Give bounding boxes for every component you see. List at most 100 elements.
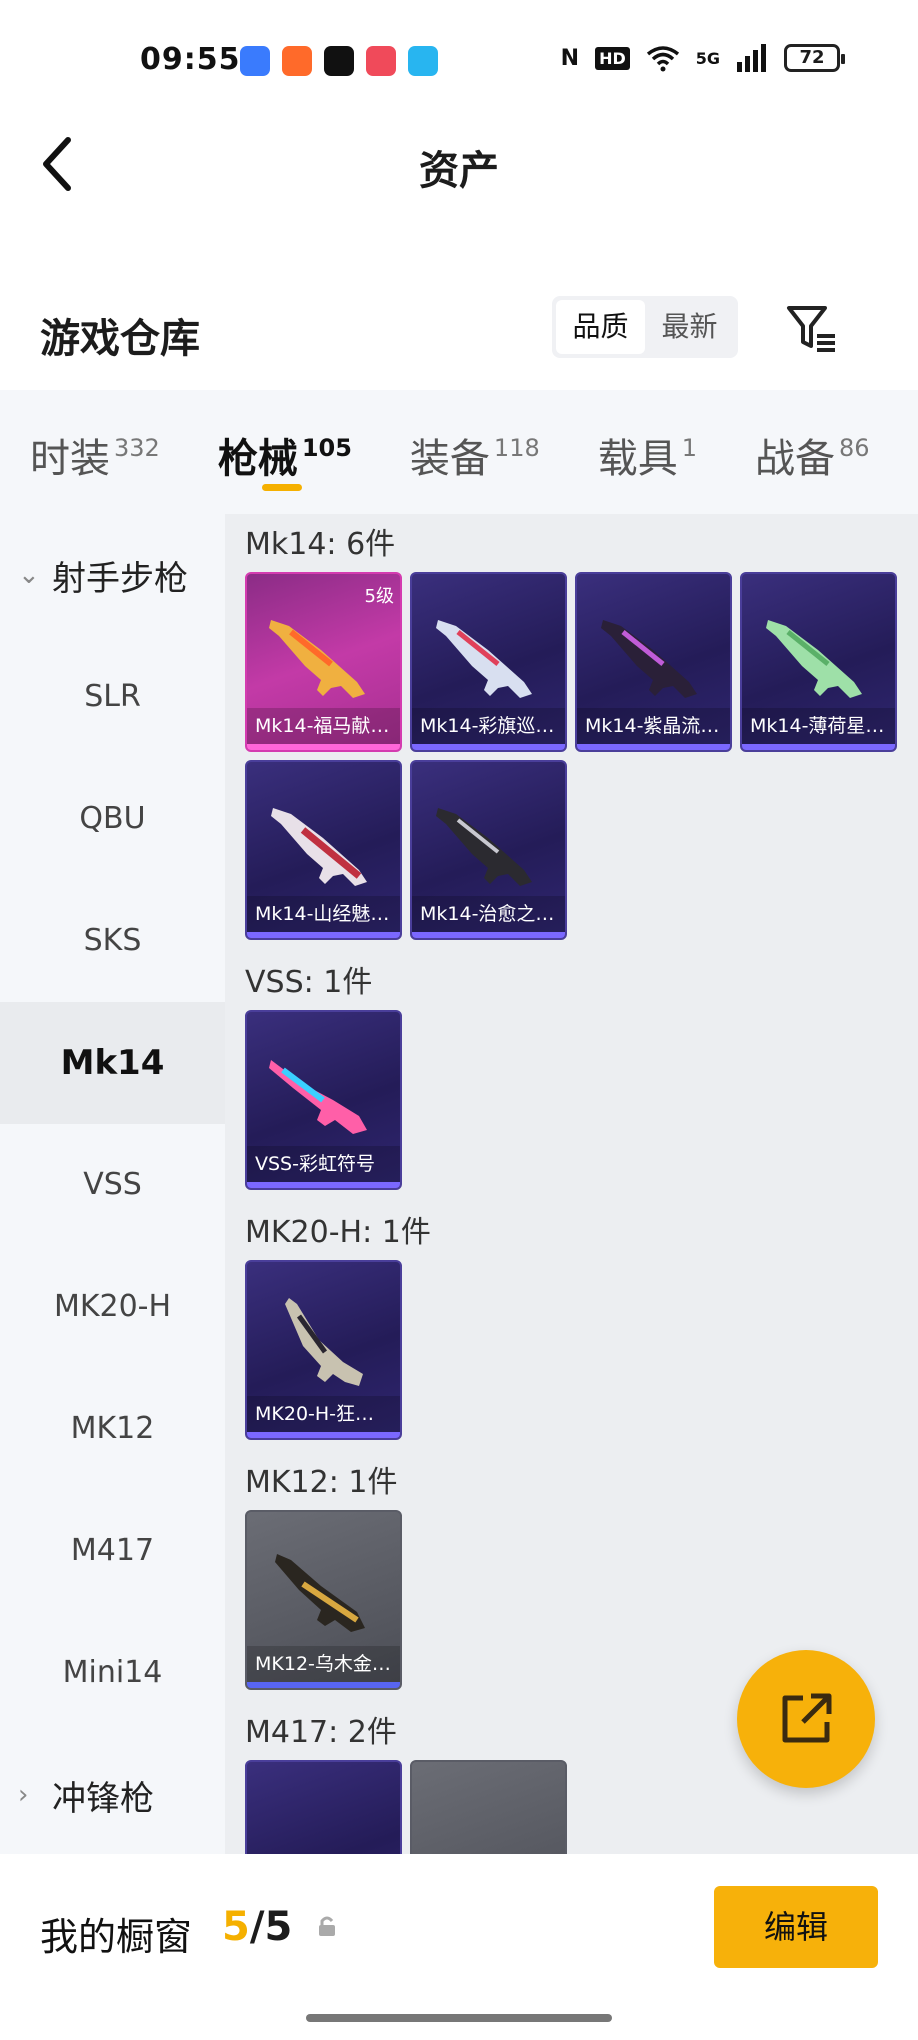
app-notification-icon <box>240 46 270 76</box>
tab-count: 105 <box>301 434 352 462</box>
lock-icon <box>319 1916 335 1936</box>
network-type: 5G <box>695 48 720 68</box>
sidebar-item-mk20h[interactable]: MK20-H <box>0 1246 225 1368</box>
battery-level: 72 <box>799 47 825 68</box>
share-external-icon <box>782 1693 832 1743</box>
skin-grid: VSS-彩虹符号 <box>245 1010 918 1190</box>
rifle-skin-image <box>275 1554 365 1632</box>
section-title: MK12: 1件 <box>245 1465 398 1500</box>
tab-count: 86 <box>839 434 870 462</box>
signal-icon <box>737 44 766 72</box>
tab-count: 1 <box>681 434 698 462</box>
tab-label: 时装 <box>30 436 110 482</box>
section-title: Mk14: 6件 <box>245 527 396 562</box>
weapon-type-sidebar: ⌄ 射手步枪 SLR QBU SKS Mk14 VSS MK20-H MK12 … <box>0 514 225 1854</box>
skin-name: Mk14-福马献… <box>247 708 400 744</box>
sidebar-item-mk12[interactable]: MK12 <box>0 1368 225 1490</box>
section-title: VSS: 1件 <box>245 965 373 1000</box>
skin-card[interactable] <box>245 1760 402 1854</box>
tab-fashion[interactable]: 时装 332 <box>30 390 160 514</box>
skin-name: Mk14-山经魅… <box>247 896 400 932</box>
system-indicators: N HD 5G 72 <box>561 44 845 72</box>
skin-name: MK20-H-狂鲨… <box>247 1396 400 1432</box>
active-tab-indicator <box>261 484 302 491</box>
sidebar-group-label: 射手步枪 <box>52 558 188 599</box>
skin-card[interactable]: MK20-H-狂鲨… <box>245 1260 402 1440</box>
tab-label: 载具 <box>597 436 678 482</box>
warehouse-title: 游戏仓库 <box>40 316 200 362</box>
rifle-skin-image <box>269 1060 367 1134</box>
battery-icon: 72 <box>784 44 845 72</box>
skin-card[interactable]: VSS-彩虹符号 <box>245 1010 402 1190</box>
skin-name: VSS-彩虹符号 <box>247 1146 400 1182</box>
skin-card[interactable] <box>410 1760 567 1854</box>
skin-name: Mk14-彩旗巡… <box>412 708 565 744</box>
page-header: 资产 <box>0 120 918 230</box>
sidebar-item-vss[interactable]: VSS <box>0 1124 225 1246</box>
skin-grid: 5级 Mk14-福马献… Mk14-彩旗巡… Mk14-紫晶流… Mk14-薄荷… <box>245 572 918 940</box>
home-indicator[interactable] <box>306 2014 612 2022</box>
sort-newest-button[interactable]: 最新 <box>645 300 734 354</box>
rifle-skin-image <box>436 620 532 698</box>
sidebar-item-sks[interactable]: SKS <box>0 880 225 1002</box>
skin-card[interactable]: Mk14-山经魅… <box>245 760 402 940</box>
tab-count: 332 <box>114 434 160 462</box>
showcase-total: 5 <box>264 1904 293 1950</box>
tab-label: 枪械 <box>217 436 298 482</box>
edit-button[interactable]: 编辑 <box>714 1886 878 1968</box>
tab-vehicles[interactable]: 载具 1 <box>598 390 697 514</box>
tiktok-icon <box>324 46 354 76</box>
sidebar-item-qbu[interactable]: QBU <box>0 758 225 880</box>
skin-grid: MK20-H-狂鲨… <box>245 1260 918 1440</box>
tab-count: 118 <box>493 434 540 462</box>
category-tabs: 时装 332 枪械 105 装备 118 载具 1 战备 86 <box>0 390 918 514</box>
skin-card[interactable]: Mk14-紫晶流… <box>575 572 732 752</box>
showcase-label: 我的橱窗 <box>40 1915 193 1959</box>
status-time: 09:55 <box>140 42 241 77</box>
sidebar-item-mk14[interactable]: Mk14 <box>0 1002 225 1124</box>
page-title: 资产 <box>419 148 499 194</box>
skin-card[interactable]: Mk14-治愈之… <box>410 760 567 940</box>
skin-name: MK12-乌木金… <box>247 1646 400 1682</box>
tab-label: 战备 <box>755 436 836 482</box>
skin-name: Mk14-治愈之… <box>412 896 565 932</box>
sort-toggle: 品质 最新 <box>552 296 738 358</box>
wifi-icon <box>646 46 679 72</box>
rifle-skin-image <box>269 620 365 698</box>
tab-tactical[interactable]: 战备 86 <box>755 390 870 514</box>
rifle-skin-image <box>601 620 697 698</box>
skin-card[interactable]: Mk14-薄荷星… <box>740 572 897 752</box>
tab-label: 装备 <box>409 436 490 482</box>
sidebar-group-smgs[interactable]: › 冲锋枪 <box>0 1734 225 1856</box>
status-bar: 09:55 N HD 5G 72 <box>0 0 918 120</box>
hd-icon: HD <box>595 46 630 70</box>
rifle-skin-image <box>436 808 532 886</box>
sidebar-item-m417[interactable]: M417 <box>0 1490 225 1612</box>
share-button[interactable] <box>737 1650 875 1788</box>
filter-icon[interactable] <box>785 302 839 356</box>
rifle-skin-image <box>271 808 367 886</box>
sidebar-item-slr[interactable]: SLR <box>0 636 225 758</box>
sort-quality-button[interactable]: 品质 <box>556 300 645 354</box>
sidebar-group-marksman-rifles[interactable]: ⌄ 射手步枪 <box>0 514 225 636</box>
skin-level-badge: 5级 <box>364 586 394 607</box>
chevron-right-icon: › <box>18 1780 29 1810</box>
tab-equipment[interactable]: 装备 118 <box>410 390 540 514</box>
skin-name: Mk14-薄荷星… <box>742 708 895 744</box>
showcase-count: 5/5 <box>222 1904 292 1950</box>
tab-firearms[interactable]: 枪械 105 <box>218 390 352 514</box>
video-app-icon <box>366 46 396 76</box>
sidebar-item-mini14[interactable]: Mini14 <box>0 1612 225 1734</box>
wallet-icon <box>408 46 438 76</box>
showcase-bar: 我的橱窗 5/5 编辑 <box>0 1856 918 2040</box>
sidebar-group-label: 冲锋枪 <box>52 1778 154 1819</box>
rifle-skin-image <box>285 1298 363 1386</box>
section-title: MK20-H: 1件 <box>245 1215 431 1250</box>
game-notification-icon <box>282 46 312 76</box>
notification-icons <box>240 46 438 76</box>
skin-card[interactable]: MK12-乌木金… <box>245 1510 402 1690</box>
chevron-down-icon: ⌄ <box>18 560 40 590</box>
showcase-current: 5 <box>222 1904 250 1950</box>
skin-card[interactable]: Mk14-彩旗巡… <box>410 572 567 752</box>
skin-card[interactable]: 5级 Mk14-福马献… <box>245 572 402 752</box>
